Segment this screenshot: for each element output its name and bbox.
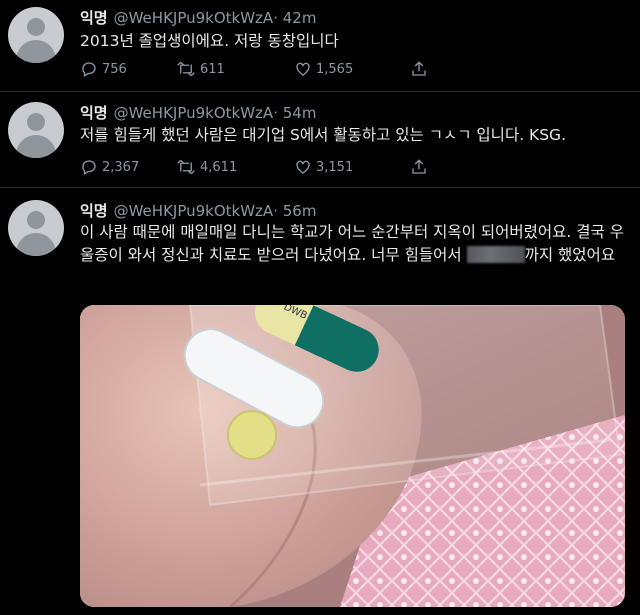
avatar-head-shape — [27, 211, 45, 229]
avatar-head-shape — [27, 18, 45, 36]
share-upload-icon — [412, 159, 426, 174]
author-name[interactable]: 익명 — [80, 202, 108, 220]
author-handle[interactable]: @WeHKJPu9kOtkWzA — [114, 104, 274, 122]
avatar-body-shape — [16, 40, 56, 63]
avatar[interactable] — [8, 7, 64, 63]
tweet-text: 2013년 졸업생이에요. 저랑 동창입니다 — [80, 32, 339, 50]
retweet-arrows-icon — [177, 61, 195, 77]
action-bar: 2,367 4,611 3,151 — [80, 157, 440, 177]
yellow-round-pill — [227, 410, 277, 460]
action-bar: 756 611 1,565 — [80, 59, 440, 79]
retweet-button[interactable]: 611 — [176, 59, 225, 79]
heart-outline-icon — [296, 160, 310, 174]
tweet[interactable]: 익명 @WeHKJPu9kOtkWzA· 42m 2013년 졸업생이에요. 저랑… — [0, 0, 640, 92]
reply-bubble-icon — [82, 160, 96, 175]
tweet-text: 저를 힘들게 했던 사람은 대기업 S에서 활동하고 있는 ㄱㅅㄱ 입니다. K… — [80, 126, 566, 144]
tweet-text: 이 사람 때문에 매일매일 다니는 학교가 어느 순간부터 지옥이 되어버렸어요… — [80, 221, 628, 267]
tweet[interactable]: 익명 @WeHKJPu9kOtkWzA· 56m 이 사람 때문에 매일매일 다니… — [0, 188, 640, 615]
tweet-text-part: 까지 했었어요 — [524, 246, 616, 264]
author-name[interactable]: 익명 — [80, 9, 108, 27]
timestamp[interactable]: · 42m — [273, 9, 316, 27]
reply-button[interactable]: 756 — [80, 59, 127, 79]
reply-button[interactable]: 2,367 — [80, 157, 139, 177]
tweet-header: 익명 @WeHKJPu9kOtkWzA· 56m — [80, 200, 316, 221]
heart-outline-icon — [296, 62, 310, 76]
share-button[interactable] — [410, 59, 428, 79]
share-button[interactable] — [410, 157, 428, 177]
avatar[interactable] — [8, 200, 64, 256]
reply-count: 2,367 — [102, 159, 140, 175]
author-handle[interactable]: @WeHKJPu9kOtkWzA — [114, 202, 274, 220]
retweet-count: 4,611 — [200, 159, 238, 175]
share-upload-icon — [412, 61, 426, 76]
like-count: 1,565 — [316, 61, 354, 77]
reply-count: 756 — [102, 61, 127, 77]
author-name[interactable]: 익명 — [80, 104, 108, 122]
author-handle[interactable]: @WeHKJPu9kOtkWzA — [114, 9, 274, 27]
timestamp[interactable]: · 56m — [273, 202, 316, 220]
reply-bubble-icon — [82, 62, 96, 77]
like-button[interactable]: 1,565 — [294, 59, 353, 79]
avatar-body-shape — [16, 233, 56, 256]
tweet-header: 익명 @WeHKJPu9kOtkWzA· 42m — [80, 7, 316, 28]
tweet-header: 익명 @WeHKJPu9kOtkWzA· 54m — [80, 102, 316, 123]
retweet-count: 611 — [200, 61, 225, 77]
avatar-body-shape — [16, 135, 56, 158]
tweet[interactable]: 익명 @WeHKJPu9kOtkWzA· 54m 저를 힘들게 했던 사람은 대기… — [0, 92, 640, 188]
timestamp[interactable]: · 54m — [273, 104, 316, 122]
avatar-head-shape — [27, 113, 45, 131]
avatar[interactable] — [8, 102, 64, 158]
retweet-arrows-icon — [177, 159, 195, 175]
pills-photo: DWB — [80, 305, 625, 607]
tweet-photo[interactable]: DWB — [80, 305, 625, 607]
retweet-button[interactable]: 4,611 — [176, 157, 237, 177]
like-count: 3,151 — [316, 159, 354, 175]
redacted-blur — [466, 246, 525, 263]
like-button[interactable]: 3,151 — [294, 157, 353, 177]
